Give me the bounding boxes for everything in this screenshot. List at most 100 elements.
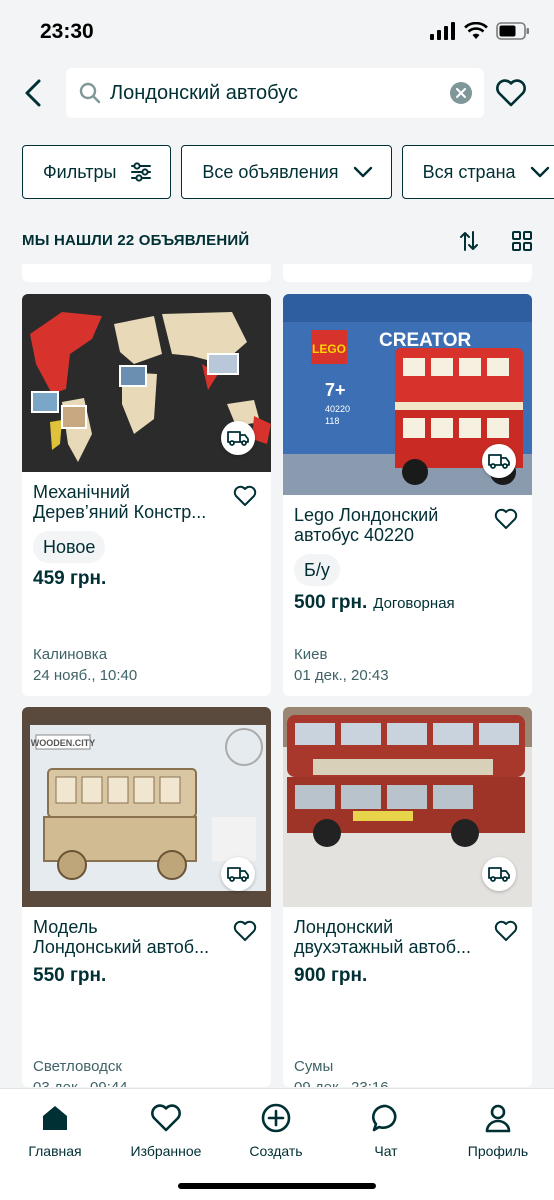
wifi-icon bbox=[464, 22, 488, 39]
close-icon bbox=[456, 88, 466, 98]
listing-location: Калиновка bbox=[33, 646, 108, 663]
plus-circle-icon bbox=[259, 1101, 293, 1135]
signal-icon bbox=[430, 22, 455, 40]
nav-create-label: Создать bbox=[249, 1143, 303, 1159]
home-icon bbox=[38, 1101, 72, 1135]
results-count: МЫ НАШЛИ 22 ОБЪЯВЛЕНИЙ bbox=[22, 232, 250, 249]
region-label: Вся страна bbox=[422, 161, 516, 182]
listing-title-line2: двухэтажный автоб... bbox=[294, 937, 472, 957]
listing-title: Lego Лондонский автобус 40220 bbox=[294, 505, 482, 545]
listing-type-dropdown[interactable]: Все объявления bbox=[181, 145, 392, 199]
home-indicator bbox=[178, 1183, 376, 1189]
search-query: Лондонский автобус bbox=[110, 81, 298, 104]
listing-price: 500 грн. Договорная bbox=[294, 592, 455, 614]
listing-title-line1: Lego Лондонский bbox=[294, 505, 439, 525]
price-value: 459 грн. bbox=[33, 568, 107, 589]
wooden-city-logo-text: WOODEN.CITY bbox=[31, 738, 96, 748]
nav-create[interactable]: Создать bbox=[221, 1101, 331, 1159]
condition-badge: Б/у bbox=[294, 554, 340, 586]
filters-label: Фильтры bbox=[43, 161, 117, 182]
listing-location: Сумы bbox=[294, 1058, 334, 1075]
listing-date: 03 дек., 09:44 bbox=[33, 1079, 128, 1087]
listing-card[interactable]: LEGO CREATOR 7+ 40220 118 Lego Лондонски… bbox=[283, 294, 532, 696]
delivery-badge bbox=[482, 857, 516, 891]
nav-profile[interactable]: Профиль bbox=[443, 1101, 553, 1159]
listing-type-label: Все объявления bbox=[202, 161, 339, 182]
search-row: Лондонский автобус bbox=[0, 68, 554, 120]
listing-location: Киев bbox=[294, 646, 328, 663]
pieces-text: 118 bbox=[325, 416, 339, 426]
listing-title: Механічний Дерев’яний Констр... bbox=[33, 482, 221, 522]
save-search-heart-icon[interactable] bbox=[494, 76, 528, 110]
listing-location: Светловодск bbox=[33, 1058, 122, 1075]
price-value: 500 грн. bbox=[294, 592, 368, 613]
condition-badge: Новое bbox=[33, 531, 106, 563]
back-button[interactable] bbox=[18, 76, 48, 110]
profile-icon bbox=[481, 1101, 515, 1135]
sliders-icon bbox=[130, 162, 152, 182]
delivery-badge bbox=[221, 857, 255, 891]
filter-chips: Фильтры Все объявления Вся страна bbox=[22, 145, 554, 199]
nav-favorites-label: Избранное bbox=[130, 1143, 202, 1159]
listing-title-line2: Дерев’яний Констр... bbox=[33, 502, 207, 522]
listing-card[interactable]: Лондонский двухэтажный автоб... 900 грн.… bbox=[283, 707, 532, 1087]
listing-title: Модель Лондонський автоб... bbox=[33, 917, 221, 957]
status-bar: 23:30 bbox=[0, 0, 554, 62]
search-input[interactable]: Лондонский автобус bbox=[66, 68, 484, 118]
delivery-badge bbox=[482, 444, 516, 478]
favorite-heart-icon[interactable] bbox=[494, 919, 518, 943]
truck-icon bbox=[488, 867, 510, 882]
grid-view-icon[interactable] bbox=[511, 230, 533, 252]
nav-profile-label: Профиль bbox=[467, 1143, 529, 1159]
nav-chat-label: Чат bbox=[374, 1143, 398, 1159]
favorite-heart-icon[interactable] bbox=[233, 919, 257, 943]
listing-title-line2: автобус 40220 bbox=[294, 525, 414, 545]
lego-logo-text: LEGO bbox=[312, 342, 346, 356]
sort-icon[interactable] bbox=[458, 230, 480, 252]
creator-text: CREATOR bbox=[379, 330, 471, 351]
previous-card-edge bbox=[283, 264, 532, 282]
nav-chat[interactable]: Чат bbox=[331, 1101, 441, 1159]
listing-title-line2: Лондонський автоб... bbox=[33, 937, 210, 957]
delivery-badge bbox=[221, 421, 255, 455]
listing-date: 09 дек., 23:16 bbox=[294, 1079, 389, 1087]
listing-price: 550 грн. bbox=[33, 965, 106, 987]
negotiable-label: Договорная bbox=[373, 595, 455, 612]
listing-date: 24 нояб., 10:40 bbox=[33, 667, 138, 684]
chevron-down-icon bbox=[353, 166, 373, 178]
favorite-heart-icon[interactable] bbox=[233, 484, 257, 508]
results-header: МЫ НАШЛИ 22 ОБЪЯВЛЕНИЙ bbox=[22, 224, 534, 258]
chevron-down-icon bbox=[530, 166, 550, 178]
listing-card[interactable]: Механічний Дерев’яний Констр... Новое 45… bbox=[22, 294, 271, 696]
listing-card[interactable]: WOODEN.CITY Модель Лондонський автоб... … bbox=[22, 707, 271, 1087]
previous-card-edge bbox=[22, 264, 271, 282]
listing-date: 01 дек., 20:43 bbox=[294, 667, 389, 684]
region-dropdown[interactable]: Вся страна bbox=[401, 145, 554, 199]
nav-home[interactable]: Главная bbox=[0, 1101, 110, 1159]
battery-icon bbox=[496, 22, 529, 40]
listing-title: Лондонский двухэтажный автоб... bbox=[294, 917, 482, 957]
price-value: 900 грн. bbox=[294, 965, 368, 986]
listing-price: 900 грн. bbox=[294, 965, 367, 987]
age-text: 7+ bbox=[325, 380, 346, 400]
search-icon bbox=[79, 82, 101, 104]
listing-title-line1: Механічний bbox=[33, 482, 130, 502]
price-value: 550 грн. bbox=[33, 965, 107, 986]
nav-favorites[interactable]: Избранное bbox=[111, 1101, 221, 1159]
set-number-text: 40220 bbox=[325, 404, 350, 414]
status-icons bbox=[430, 22, 530, 40]
chat-icon bbox=[369, 1101, 403, 1135]
favorite-heart-icon[interactable] bbox=[494, 507, 518, 531]
chevron-left-icon bbox=[25, 79, 41, 107]
listing-price: 459 грн. bbox=[33, 568, 106, 590]
truck-icon bbox=[488, 454, 510, 469]
truck-icon bbox=[227, 867, 249, 882]
listing-title-line1: Модель bbox=[33, 917, 98, 937]
listing-title-line1: Лондонский bbox=[294, 917, 394, 937]
status-time: 23:30 bbox=[40, 20, 94, 43]
heart-icon bbox=[149, 1101, 183, 1135]
clear-search-button[interactable] bbox=[450, 82, 472, 104]
filters-button[interactable]: Фильтры bbox=[22, 145, 172, 199]
nav-home-label: Главная bbox=[28, 1143, 82, 1159]
truck-icon bbox=[227, 431, 249, 446]
